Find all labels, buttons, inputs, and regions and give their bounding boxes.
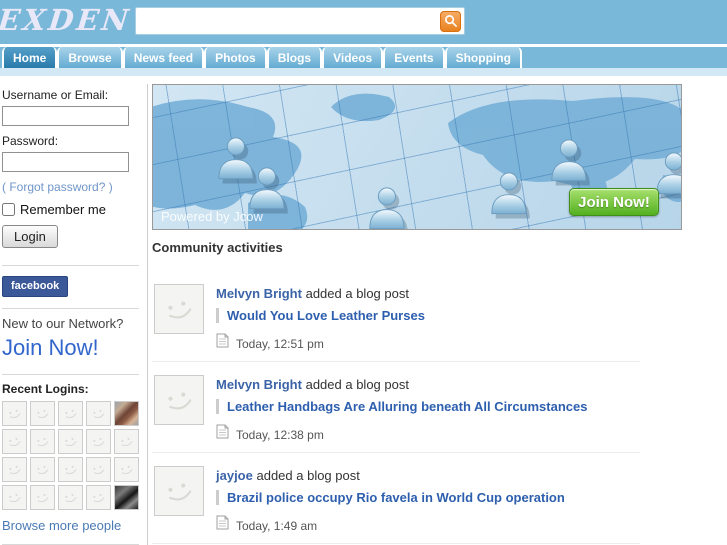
sidebar: Username or Email: Password: ( Forgot pa… xyxy=(0,84,148,545)
activity-time-row: Today, 12:51 pm xyxy=(216,333,425,351)
recent-login-avatar[interactable] xyxy=(86,457,111,482)
recent-login-avatar[interactable] xyxy=(114,401,139,426)
activity-timestamp: Today, 12:38 pm xyxy=(236,428,324,442)
recent-login-avatar[interactable] xyxy=(86,485,111,510)
section-title: Community activities xyxy=(152,240,283,255)
search-button[interactable] xyxy=(440,11,461,32)
blog-post-icon xyxy=(216,424,229,442)
main-nav: Home Browse News feed Photos Blogs Video… xyxy=(0,44,727,68)
recent-login-avatar[interactable] xyxy=(30,429,55,454)
recent-login-avatar[interactable] xyxy=(30,457,55,482)
recent-logins-title: Recent Logins: xyxy=(2,382,89,396)
activity-time-row: Today, 12:38 pm xyxy=(216,424,587,442)
password-label: Password: xyxy=(2,134,59,148)
login-button[interactable]: Login xyxy=(2,225,58,248)
recent-login-avatar[interactable] xyxy=(86,401,111,426)
activity-body: jayjoe added a blog post Brazil police o… xyxy=(216,466,565,533)
tab-photos[interactable]: Photos xyxy=(204,47,267,68)
recent-login-avatar[interactable] xyxy=(58,457,83,482)
recent-login-avatar[interactable] xyxy=(114,457,139,482)
activity-headline: jayjoe added a blog post xyxy=(216,468,565,483)
blog-post-link[interactable]: Leather Handbags Are Alluring beneath Al… xyxy=(216,399,587,414)
site-logo[interactable]: EXDEN xyxy=(0,3,133,37)
recent-logins-grid xyxy=(2,401,139,510)
divider xyxy=(2,265,139,266)
banner-join-now-button[interactable]: Join Now! xyxy=(569,188,659,216)
tab-events[interactable]: Events xyxy=(383,47,445,68)
tab-browse[interactable]: Browse xyxy=(57,47,123,68)
join-prompt: New to our Network? xyxy=(2,316,124,331)
activity-item: Melvyn Bright added a blog post Would Yo… xyxy=(152,271,640,362)
search-icon xyxy=(444,14,457,30)
powered-by-link[interactable]: Powered by Jcow xyxy=(161,209,263,224)
recent-login-avatar[interactable] xyxy=(114,429,139,454)
blog-post-link[interactable]: Brazil police occupy Rio favela in World… xyxy=(216,490,565,505)
username-label: Username or Email: xyxy=(2,88,109,102)
recent-login-avatar[interactable] xyxy=(2,457,27,482)
facebook-login-button[interactable]: facebook xyxy=(2,276,69,297)
activity-headline: Melvyn Bright added a blog post xyxy=(216,377,587,392)
page: EXDEN Home Browse News feed Photos Blogs… xyxy=(0,0,727,545)
tab-home[interactable]: Home xyxy=(2,47,58,68)
user-avatar[interactable] xyxy=(154,375,204,425)
remember-me-label: Remember me xyxy=(20,202,106,217)
tab-videos[interactable]: Videos xyxy=(322,47,384,68)
recent-login-avatar[interactable] xyxy=(2,485,27,510)
activity-headline: Melvyn Bright added a blog post xyxy=(216,286,425,301)
site-header: EXDEN xyxy=(0,0,727,44)
tab-blogs[interactable]: Blogs xyxy=(266,47,323,68)
user-link[interactable]: Melvyn Bright xyxy=(216,377,302,392)
remember-me-checkbox[interactable] xyxy=(2,203,15,216)
recent-login-avatar[interactable] xyxy=(86,429,111,454)
subheader-strip xyxy=(0,68,727,76)
join-now-link[interactable]: Join Now! xyxy=(2,335,99,361)
tab-shopping[interactable]: Shopping xyxy=(444,47,522,68)
main-column: Powered by Jcow Join Now! Community acti… xyxy=(148,84,727,545)
activity-action: added a blog post xyxy=(256,468,360,483)
activity-item: jayjoe added a blog post Brazil police o… xyxy=(152,453,640,544)
activity-item: Melvyn Bright added a blog post Leather … xyxy=(152,362,640,453)
content: Username or Email: Password: ( Forgot pa… xyxy=(0,76,727,545)
activity-timestamp: Today, 1:49 am xyxy=(236,519,318,533)
activity-timestamp: Today, 12:51 pm xyxy=(236,337,324,351)
recent-login-avatar[interactable] xyxy=(2,429,27,454)
recent-login-avatar[interactable] xyxy=(58,401,83,426)
blog-post-icon xyxy=(216,333,229,351)
recent-login-avatar[interactable] xyxy=(2,401,27,426)
search-input[interactable] xyxy=(138,10,434,32)
activity-body: Melvyn Bright added a blog post Would Yo… xyxy=(216,284,425,351)
password-field[interactable] xyxy=(2,152,129,172)
recent-login-avatar[interactable] xyxy=(114,485,139,510)
recent-login-avatar[interactable] xyxy=(58,485,83,510)
activity-action: added a blog post xyxy=(305,286,409,301)
recent-login-avatar[interactable] xyxy=(58,429,83,454)
blog-post-icon xyxy=(216,515,229,533)
activity-body: Melvyn Bright added a blog post Leather … xyxy=(216,375,587,442)
search-box xyxy=(135,7,465,35)
username-field[interactable] xyxy=(2,106,129,126)
remember-me-row: Remember me xyxy=(2,202,139,217)
promo-banner: Powered by Jcow Join Now! xyxy=(152,84,682,230)
browse-more-people-link[interactable]: Browse more people xyxy=(2,518,121,533)
user-link[interactable]: jayjoe xyxy=(216,468,253,483)
recent-login-avatar[interactable] xyxy=(30,401,55,426)
tab-news-feed[interactable]: News feed xyxy=(122,47,205,68)
blog-post-link[interactable]: Would You Love Leather Purses xyxy=(216,308,425,323)
forgot-password-link[interactable]: ( Forgot password? ) xyxy=(2,180,113,194)
activity-time-row: Today, 1:49 am xyxy=(216,515,565,533)
user-avatar[interactable] xyxy=(154,284,204,334)
user-avatar[interactable] xyxy=(154,466,204,516)
user-link[interactable]: Melvyn Bright xyxy=(216,286,302,301)
divider xyxy=(2,374,139,375)
activity-action: added a blog post xyxy=(305,377,409,392)
recent-login-avatar[interactable] xyxy=(30,485,55,510)
divider xyxy=(2,308,139,309)
